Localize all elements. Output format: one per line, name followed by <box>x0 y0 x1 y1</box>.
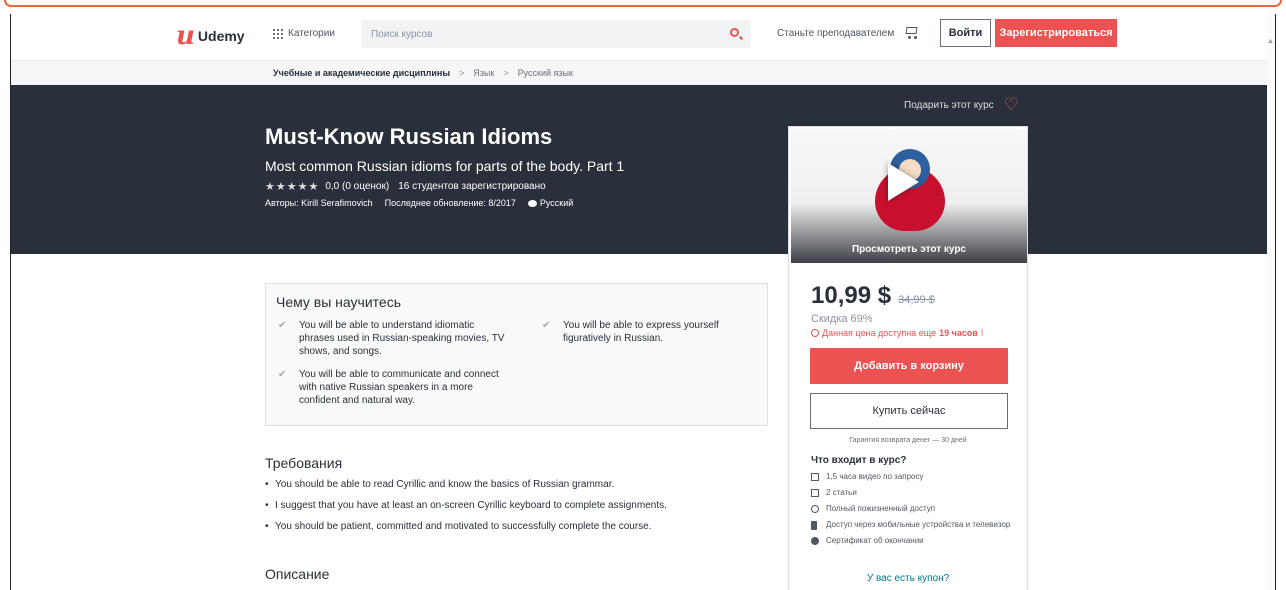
last-updated: Последнее обновление: 8/2017 <box>384 198 516 208</box>
infinity-icon <box>811 505 819 513</box>
gift-course-link[interactable]: Подарить этот курс ♡ <box>904 96 1019 113</box>
preview-label: Просмотреть этот курс <box>851 244 966 255</box>
login-button[interactable]: Войти <box>940 19 991 47</box>
money-back-guarantee: Гарантия возврата денег — 30 дней <box>849 437 967 444</box>
scrollbar[interactable]: ▲ <box>1267 14 1275 590</box>
original-price: 34,99 $ <box>898 294 935 306</box>
list-item: • I suggest that you have at least an on-… <box>265 500 667 511</box>
article-icon <box>811 489 819 497</box>
add-to-cart-button[interactable]: Добавить в корзину <box>810 348 1008 384</box>
description-title: Описание <box>265 566 330 582</box>
list-item: • You should be able to read Cyrillic and… <box>265 479 615 490</box>
udemy-course-page: u Udemy Категории Поиск курсов Станьте п… <box>10 14 1276 590</box>
check-icon: ✔ <box>542 320 551 331</box>
gift-label: Подарить этот курс <box>904 99 994 111</box>
rating-text: 0,0 (0 оценок) <box>325 181 390 192</box>
requirements-list: • You should be able to read Cyrillic and… <box>265 479 667 542</box>
become-instructor-link[interactable]: Станьте преподавателем <box>777 28 894 39</box>
top-header: u Udemy Категории Поиск курсов Станьте п… <box>11 14 1275 60</box>
check-icon: ✔ <box>278 369 287 380</box>
list-item: • You should be patient, committed and mo… <box>265 521 652 532</box>
course-rating: ★★★★★ 0,0 (0 оценок) 16 студентов зареги… <box>265 180 546 193</box>
authors: Авторы: Kirill Serafimovich <box>265 198 373 208</box>
timer-suffix: ! <box>980 328 984 338</box>
list-item: Сертификат об окончании <box>811 536 1011 546</box>
language-label: Русский <box>539 198 574 208</box>
discount-label: Скидка 69% <box>811 313 873 325</box>
course-language: Русский <box>527 198 574 208</box>
learn-item: ✔ You will be able to communicate and co… <box>278 369 499 406</box>
list-item: 2 статьи <box>811 488 1011 498</box>
window-frame <box>0 0 1286 14</box>
timer-prefix: Данная цена доступна еще <box>822 328 937 338</box>
list-item: Полный пожизненный доступ <box>811 504 1011 514</box>
cart-icon[interactable] <box>904 24 918 40</box>
includes-title: Что входит в курс? <box>811 455 907 466</box>
coupon-link[interactable]: У вас есть купон? <box>789 573 1027 584</box>
udemy-logo[interactable]: u Udemy <box>176 21 245 51</box>
list-item: Доступ через мобильные устройства и теле… <box>811 520 1011 530</box>
breadcrumb-item[interactable]: Учебные и академические дисциплины <box>273 68 450 78</box>
check-icon: ✔ <box>278 320 287 331</box>
course-title: Must-Know Russian Idioms <box>265 124 553 149</box>
search-icon[interactable] <box>730 28 739 37</box>
search-input[interactable]: Поиск курсов <box>361 20 751 48</box>
current-price: 10,99 $ <box>811 282 892 309</box>
breadcrumb-item[interactable]: Язык <box>473 68 494 78</box>
breadcrumb-separator: > <box>459 68 465 78</box>
what-you-learn-title: Чему вы научитесь <box>276 294 401 310</box>
logo-text: Udemy <box>197 28 245 44</box>
course-subtitle: Most common Russian idioms for parts of … <box>265 158 625 174</box>
timer-value: 19 часов <box>939 328 978 338</box>
breadcrumb-item[interactable]: Русский язык <box>518 68 573 78</box>
search-placeholder: Поиск курсов <box>371 28 433 40</box>
what-you-learn-box: Чему вы научитесь ✔ You will be able to … <box>265 283 768 426</box>
students-count: 16 студентов зарегистрировано <box>398 181 546 192</box>
scroll-up-icon[interactable]: ▲ <box>1267 38 1274 45</box>
certificate-icon <box>811 537 819 545</box>
course-meta: Авторы: Kirill Serafimovich Последнее об… <box>265 198 573 208</box>
play-icon[interactable] <box>888 163 919 201</box>
requirements-title: Требования <box>265 455 343 471</box>
price-timer: Данная цена доступна еще 19 часов ! <box>811 328 983 338</box>
grid-icon <box>273 28 283 39</box>
includes-list: 1,5 часа видео по запросу 2 статьи Полны… <box>811 472 1011 552</box>
star-icon: ★★★★★ <box>265 181 320 193</box>
course-preview[interactable]: Просмотреть этот курс <box>791 129 1027 263</box>
list-item: 1,5 часа видео по запросу <box>811 472 1011 482</box>
video-icon <box>811 473 819 481</box>
breadcrumb-separator: > <box>503 68 509 78</box>
categories-button[interactable]: Категории <box>273 28 335 39</box>
price: 10,99 $ 34,99 $ <box>811 282 935 310</box>
buy-now-button[interactable]: Купить сейчас <box>810 393 1008 429</box>
speech-bubble-icon <box>527 199 537 207</box>
mobile-icon <box>811 521 817 530</box>
signup-button[interactable]: Зарегистрироваться <box>995 19 1117 47</box>
udemy-logo-icon: u <box>176 21 195 51</box>
course-hero: Подарить этот курс ♡ Must-Know Russian I… <box>11 85 1275 254</box>
categories-label: Категории <box>288 28 335 39</box>
learn-item: ✔ You will be able to express yourself f… <box>542 320 719 344</box>
purchase-card: Просмотреть этот курс 10,99 $ 34,99 $ Ск… <box>788 126 1028 590</box>
clock-icon <box>811 329 819 337</box>
learn-item: ✔ You will be able to understand idiomat… <box>278 320 505 357</box>
heart-icon[interactable]: ♡ <box>1004 96 1019 113</box>
breadcrumb: Учебные и академические дисциплины > Язы… <box>11 60 1275 85</box>
